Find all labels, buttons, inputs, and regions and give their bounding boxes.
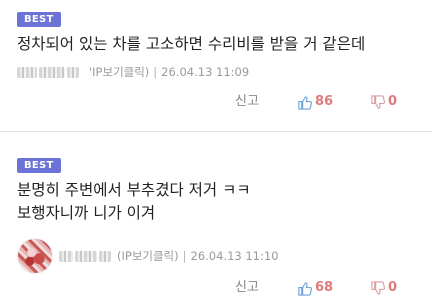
comment-actions: 신고 68 0	[0, 278, 432, 298]
dislike-count: 0	[388, 94, 398, 109]
blurred-username	[67, 66, 79, 78]
blurred-username	[39, 66, 65, 78]
thumb-down-icon	[371, 94, 385, 109]
meta-separator: |	[182, 249, 187, 263]
like-count: 68	[315, 280, 334, 295]
comment-text: 분명히 주변에서 부추겼다 저거 ㅋㅋ 보행자니까 니가 이겨	[17, 179, 251, 225]
report-button[interactable]: 신고	[235, 92, 259, 112]
blurred-username	[99, 250, 111, 262]
dislike-button[interactable]: 0	[370, 278, 397, 298]
blurred-username	[75, 250, 97, 262]
meta-separator: |	[153, 65, 158, 79]
best-badge: BEST	[17, 158, 61, 173]
like-button[interactable]: 68	[297, 278, 333, 298]
comment-meta: 'IP보기클릭) | 26.04.13 11:09	[17, 64, 249, 80]
blurred-username	[59, 250, 73, 262]
blurred-username	[17, 66, 37, 78]
avatar	[17, 238, 53, 274]
comment-text-line: 정차되어 있는 차를 고소하면 수리비를 받을 거 같은데	[17, 35, 366, 53]
comment-actions: 신고 86 0	[0, 92, 432, 112]
comment-item: BEST 분명히 주변에서 부추겼다 저거 ㅋㅋ 보행자니까 니가 이겨 (IP…	[0, 143, 432, 307]
comment-item: BEST 정차되어 있는 차를 고소하면 수리비를 받을 거 같은데 'IP보기…	[0, 0, 432, 132]
report-button[interactable]: 신고	[235, 278, 259, 298]
comment-text: 정차되어 있는 차를 고소하면 수리비를 받을 거 같은데	[17, 33, 365, 56]
thumb-up-icon	[298, 95, 312, 110]
like-button[interactable]: 86	[297, 92, 333, 112]
thumb-down-icon	[371, 280, 385, 295]
comment-text-line: 보행자니까 니가 이겨	[17, 204, 156, 222]
best-badge: BEST	[17, 12, 61, 27]
dislike-count: 0	[388, 280, 398, 295]
like-count: 86	[315, 94, 334, 109]
dislike-button[interactable]: 0	[370, 92, 397, 112]
ip-view-link[interactable]: 'IP보기클릭)	[89, 64, 149, 80]
comment-date: 26.04.13 11:09	[161, 65, 250, 79]
thumb-up-icon	[298, 281, 312, 296]
comment-text-line: 분명히 주변에서 부추겼다 저거 ㅋㅋ	[17, 181, 251, 199]
comment-date: 26.04.13 11:10	[190, 249, 279, 263]
comment-meta: (IP보기클릭) | 26.04.13 11:10	[17, 238, 279, 274]
ip-view-link[interactable]: (IP보기클릭)	[117, 248, 179, 264]
